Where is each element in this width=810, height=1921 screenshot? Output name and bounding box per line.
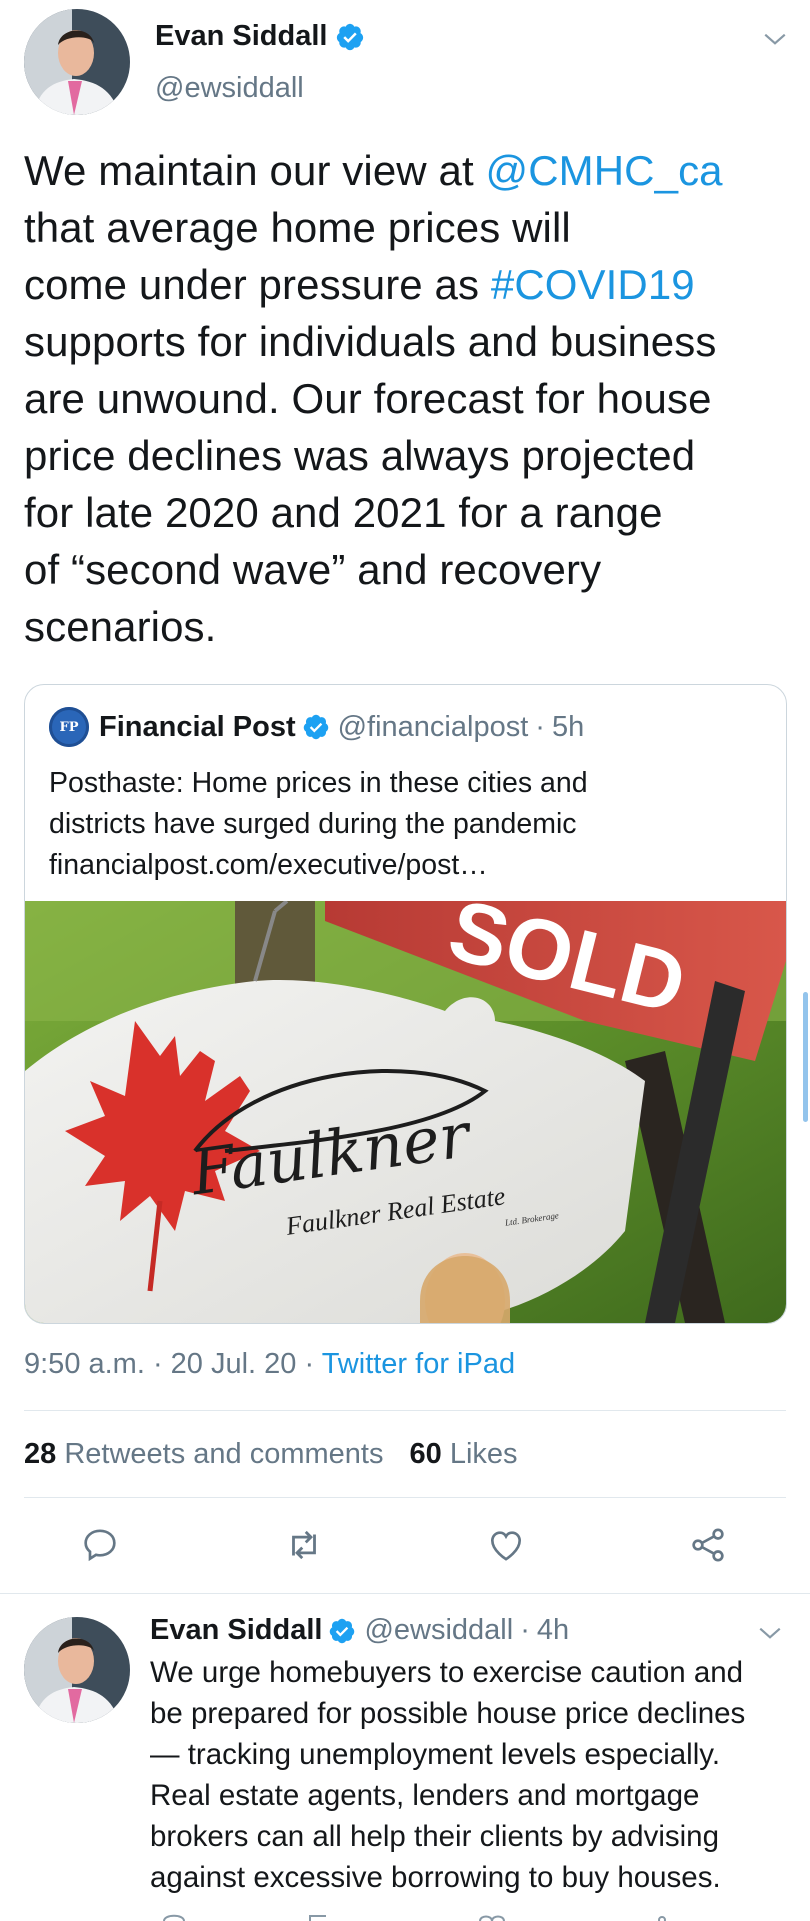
reply-author-name[interactable]: Evan Siddall (150, 1614, 322, 1647)
author-handle[interactable]: @ewsiddall (155, 72, 304, 105)
tweet-text-segment: scenarios. (24, 603, 217, 650)
reply-tweet-text: We urge homebuyers to exercise caution a… (150, 1652, 800, 1898)
tweet-text-line: scenarios. (24, 598, 794, 655)
reply-tweet-header: Evan Siddall @ewsiddall · 4h (150, 1614, 569, 1647)
likes-count: 60 (409, 1438, 442, 1470)
tweet-text-line: are unwound. Our forecast for house (24, 370, 794, 427)
quoted-tweet-card[interactable]: FP Financial Post @financialpost · 5h Po… (24, 684, 787, 1324)
sold-sign-photo[interactable]: SOLD Faulkner Faulkner Real Estate Ltd. … (25, 901, 786, 1323)
tweet-text-segment: are unwound. Our forecast for house (24, 375, 712, 422)
author-name-row[interactable]: Evan Siddall (155, 20, 365, 53)
verified-badge-icon (303, 714, 328, 740)
share-button[interactable] (686, 1515, 730, 1575)
engagement-stats: 28 Retweets and comments 60 Likes (24, 1438, 518, 1471)
tweet-text-segment: that average home prices will (24, 204, 571, 251)
scrollbar-thumb[interactable] (803, 992, 808, 1122)
verified-badge-icon (337, 23, 364, 50)
tweet-text-line: We maintain our view at @CMHC_ca (24, 142, 794, 199)
financial-post-logo[interactable]: FP (49, 707, 89, 747)
reply-action-icons-peek (163, 1914, 666, 1921)
tweet-text-segment: come under pressure as (24, 261, 491, 308)
tweet-text-segment: price declines was always projected (24, 432, 696, 479)
tweet-text: We maintain our view at @CMHC_cathat ave… (24, 142, 794, 655)
tweet-text-line: that average home prices will (24, 199, 794, 256)
reply-text-line: Real estate agents, lenders and mortgage (150, 1779, 700, 1812)
quoted-tweet-time[interactable]: 5h (552, 711, 584, 744)
quoted-link[interactable]: financialpost.com/executive/post… (49, 845, 769, 886)
tweet-timestamp: 9:50 a.m. · 20 Jul. 20 · Twitter for iPa… (24, 1348, 515, 1381)
tweet-text-segment: We maintain our view at (24, 147, 486, 194)
tweet-text-segment: of “second wave” and recovery (24, 546, 602, 593)
hashtag-link[interactable]: #COVID19 (491, 261, 695, 308)
reply-text-line: We urge homebuyers to exercise caution a… (150, 1656, 744, 1689)
tweet-actions (0, 1515, 810, 1575)
quoted-tweet-text: Posthaste: Home prices in these cities a… (49, 763, 769, 886)
reply-icon (84, 1529, 116, 1562)
share-icon (692, 1528, 724, 1562)
reply-text-line: be prepared for possible house price dec… (150, 1697, 746, 1730)
divider (24, 1497, 786, 1498)
tweet-text-line: for late 2020 and 2021 for a range (24, 484, 794, 541)
tweet-text-line: supports for individuals and business (24, 313, 794, 370)
reply-author-handle[interactable]: @ewsiddall (364, 1614, 513, 1647)
reply-text-line: — tracking unemployment levels especiall… (150, 1738, 721, 1771)
meta-separator: · (535, 710, 545, 743)
mention-link[interactable]: @CMHC_ca (486, 147, 723, 194)
retweet-button[interactable] (282, 1515, 326, 1575)
quoted-author-name[interactable]: Financial Post (99, 711, 296, 744)
reply-text-line: brokers can all help their clients by ad… (150, 1820, 719, 1853)
like-button[interactable] (484, 1515, 528, 1575)
chevron-down-icon[interactable] (757, 1620, 783, 1646)
quoted-text-line: districts have surged during the pandemi… (49, 808, 577, 840)
divider (24, 1410, 786, 1411)
like-icon (490, 1531, 522, 1561)
tweet-text-line: of “second wave” and recovery (24, 541, 794, 598)
tweet-text-segment: for late 2020 and 2021 for a range (24, 489, 663, 536)
verified-badge-icon (330, 1618, 355, 1643)
tweet-text-segment: supports for individuals and business (24, 318, 717, 365)
author-name[interactable]: Evan Siddall (155, 20, 327, 53)
retweets-label: Retweets and comments (64, 1438, 384, 1470)
tweet-text-line: price declines was always projected (24, 427, 794, 484)
quoted-text-line: Posthaste: Home prices in these cities a… (49, 767, 588, 799)
reply-text-line: against excessive borrowing to buy house… (150, 1861, 721, 1894)
author-avatar[interactable] (24, 9, 130, 115)
retweets-count: 28 (24, 1438, 57, 1470)
timestamp-text[interactable]: 9:50 a.m. · 20 Jul. 20 · (24, 1348, 322, 1380)
reply-tweet-time[interactable]: 4h (537, 1614, 569, 1647)
reply-author-avatar[interactable] (24, 1617, 130, 1723)
source-link[interactable]: Twitter for iPad (322, 1348, 515, 1380)
quoted-tweet-header: FP Financial Post @financialpost · 5h (49, 707, 584, 747)
meta-separator: · (520, 1614, 530, 1646)
retweet-icon (292, 1530, 316, 1560)
likes-stat[interactable]: 60 Likes (409, 1438, 517, 1470)
tweet-text-line: come under pressure as #COVID19 (24, 256, 794, 313)
likes-label: Likes (449, 1438, 518, 1470)
retweets-stat[interactable]: 28 Retweets and comments (24, 1438, 383, 1470)
tweet-separator (0, 1593, 810, 1594)
chevron-down-icon[interactable] (762, 26, 788, 52)
reply-button[interactable] (78, 1515, 122, 1575)
quoted-author-handle[interactable]: @financialpost (338, 711, 529, 744)
